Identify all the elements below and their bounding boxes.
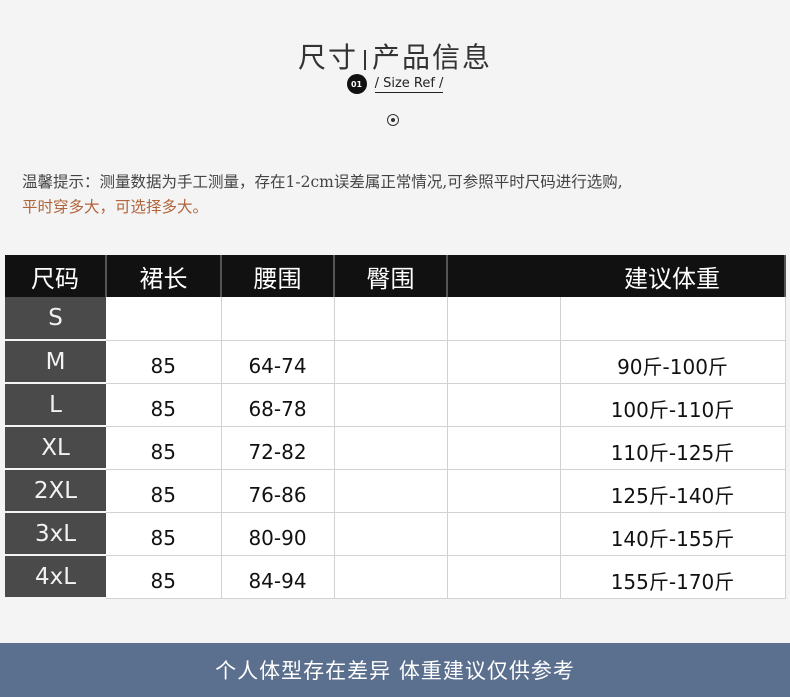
table-row: S (5, 297, 786, 341)
size-label-cell: L (5, 383, 106, 427)
size-label-cell: 4xL (5, 555, 106, 599)
table-cell (447, 383, 561, 427)
tip-line-2: 平时穿多大，可选择多大。 (22, 198, 209, 216)
tip-text: 温馨提示：测量数据为手工测量，存在1-2cm误差属正常情况,可参照平时尺码进行选… (22, 170, 782, 220)
section-badge: 01 (346, 74, 367, 94)
size-label-cell: XL (5, 426, 106, 470)
column-header: 臀围 (334, 255, 448, 297)
table-cell: 64-74 (221, 340, 335, 384)
table-cell: 84-94 (221, 555, 335, 599)
table-row: M 85 64-74 90斤-100斤 (5, 340, 786, 384)
table-header-row: 尺码 裙长 腰围 臀围 建议体重 (5, 255, 786, 297)
subtitle: / Size Ref / (374, 75, 444, 93)
table-cell: 85 (106, 426, 222, 470)
title-left: 尺寸 (297, 41, 358, 74)
size-label-cell: S (5, 297, 106, 341)
table-cell: 85 (106, 383, 222, 427)
column-header: 裙长 (106, 255, 222, 297)
table-cell (447, 469, 561, 513)
table-cell: 80-90 (221, 512, 335, 556)
table-cell (334, 555, 448, 599)
table-cell (447, 555, 561, 599)
table-cell: 100斤-110斤 (560, 383, 786, 427)
size-label-cell: M (5, 340, 106, 384)
table-cell (560, 297, 786, 341)
tip-line-1: 温馨提示：测量数据为手工测量，存在1-2cm误差属正常情况,可参照平时尺码进行选… (22, 173, 623, 191)
title-right: 产品信息 (372, 41, 493, 74)
table-cell (334, 469, 448, 513)
table-cell (334, 512, 448, 556)
table-cell: 85 (106, 340, 222, 384)
title-divider (364, 49, 366, 70)
target-icon (387, 114, 399, 126)
table-cell: 90斤-100斤 (560, 340, 786, 384)
table-cell (447, 297, 561, 341)
table-cell: 155斤-170斤 (560, 555, 786, 599)
table-row: 2XL 85 76-86 125斤-140斤 (5, 469, 786, 513)
footer-banner: 个人体型存在差异 体重建议仅供参考 (0, 643, 790, 697)
column-header: 尺码 (5, 255, 107, 297)
table-cell (221, 297, 335, 341)
table-cell: 140斤-155斤 (560, 512, 786, 556)
table-row: L 85 68-78 100斤-110斤 (5, 383, 786, 427)
table-cell (447, 426, 561, 470)
table-cell (106, 297, 222, 341)
table-cell (334, 426, 448, 470)
column-header (447, 255, 560, 297)
table-cell (334, 297, 448, 341)
table-cell (447, 340, 561, 384)
page-title: 尺寸 产品信息 (0, 36, 790, 76)
table-cell (334, 340, 448, 384)
table-cell: 85 (106, 555, 222, 599)
table-row: 3xL 85 80-90 140斤-155斤 (5, 512, 786, 556)
subtitle-row: 01 / Size Ref / (0, 74, 790, 94)
table-cell: 85 (106, 512, 222, 556)
column-header: 建议体重 (560, 255, 786, 297)
table-cell: 72-82 (221, 426, 335, 470)
size-label-cell: 3xL (5, 512, 106, 556)
footer-text: 个人体型存在差异 体重建议仅供参考 (215, 659, 575, 683)
table-cell (447, 512, 561, 556)
table-cell: 125斤-140斤 (560, 469, 786, 513)
table-row: 4xL 85 84-94 155斤-170斤 (5, 555, 786, 599)
table-row: XL 85 72-82 110斤-125斤 (5, 426, 786, 470)
table-cell (334, 383, 448, 427)
table-cell: 76-86 (221, 469, 335, 513)
header: 尺寸 产品信息 01 / Size Ref / (0, 0, 790, 150)
table-cell: 85 (106, 469, 222, 513)
column-header: 腰围 (221, 255, 335, 297)
table-cell: 68-78 (221, 383, 335, 427)
table-cell: 110斤-125斤 (560, 426, 786, 470)
size-label-cell: 2XL (5, 469, 106, 513)
size-table: 尺码 裙长 腰围 臀围 建议体重 S M 85 64-74 90斤-100斤 L 85 68-78 10… (5, 255, 786, 599)
